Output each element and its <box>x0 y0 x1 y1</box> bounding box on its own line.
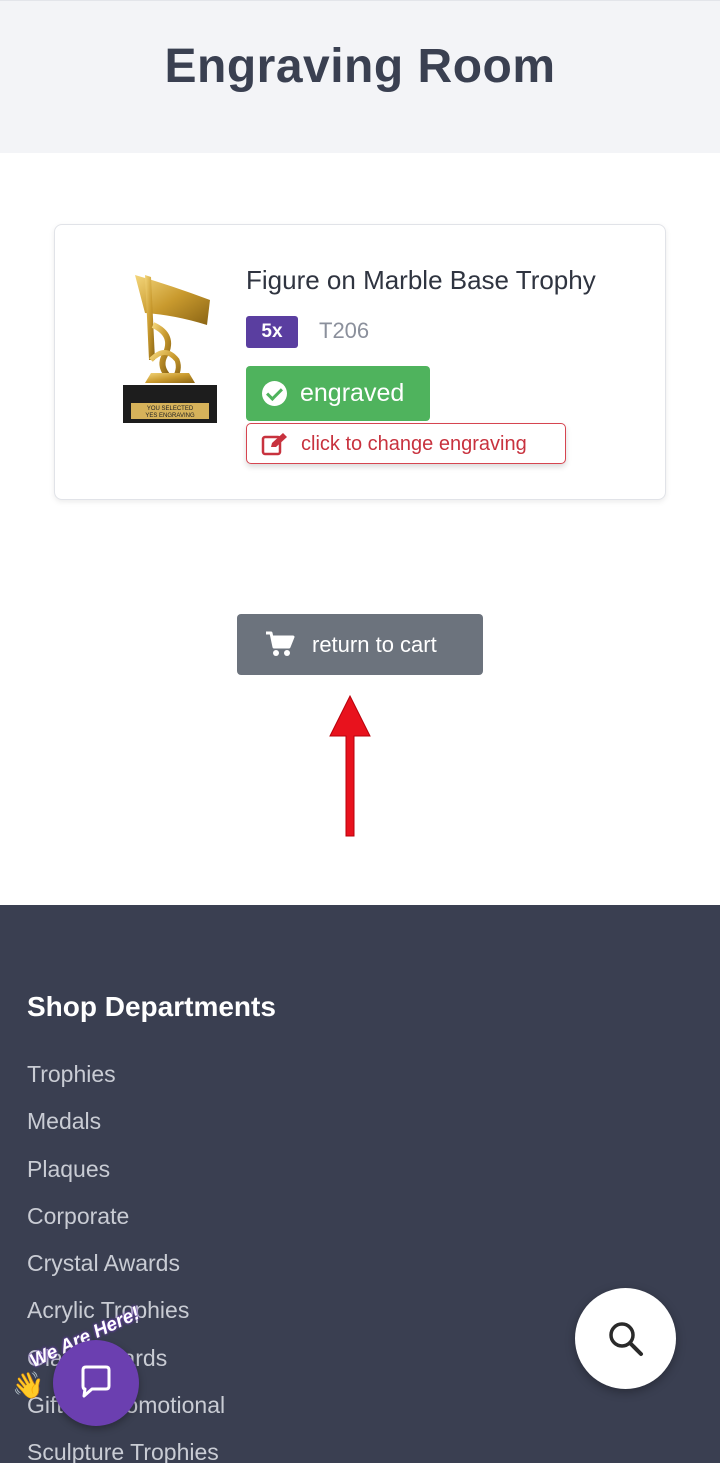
page-header: Engraving Room <box>0 0 720 153</box>
red-arrow-annotation <box>329 694 371 837</box>
return-to-cart-label: return to cart <box>312 632 437 657</box>
product-title[interactable]: Figure on Marble Base Trophy <box>246 265 596 296</box>
product-sku: T206 <box>319 318 370 343</box>
change-engraving-label: click to change engraving <box>301 433 527 455</box>
search-icon <box>609 1322 643 1356</box>
department-link[interactable]: Medals <box>27 1103 225 1150</box>
status-label: engraved <box>300 379 405 407</box>
chat-icon <box>81 1365 111 1398</box>
department-link[interactable]: Crystal Awards <box>27 1245 225 1292</box>
department-link[interactable]: Plaques <box>27 1151 225 1198</box>
chat-button[interactable] <box>53 1340 139 1426</box>
check-circle-icon <box>262 381 287 406</box>
plate-line-2: YES ENGRAVING <box>145 413 195 419</box>
engraved-status-badge: engraved <box>246 366 430 421</box>
department-link[interactable]: Trophies <box>27 1056 225 1103</box>
waving-hand-icon: 👋 <box>12 1370 45 1400</box>
edit-icon <box>261 433 287 456</box>
return-to-cart-button[interactable]: return to cart <box>237 614 483 675</box>
change-engraving-button[interactable]: click to change engraving <box>246 423 566 464</box>
plate-line-1: YOU SELECTED <box>147 406 194 412</box>
department-link[interactable]: Corporate <box>27 1198 225 1245</box>
cart-icon <box>266 631 295 656</box>
search-button[interactable] <box>575 1288 676 1389</box>
quantity-badge: 5x <box>246 316 298 348</box>
department-link[interactable]: Sculpture Trophies <box>27 1434 225 1463</box>
page-title: Engraving Room <box>164 40 556 93</box>
footer-heading: Shop Departments <box>27 991 276 1022</box>
trophy-image: YOU SELECTED YES ENGRAVING <box>123 275 217 423</box>
cart-item-card: YOU SELECTED YES ENGRAVING Figure on Mar… <box>54 224 666 500</box>
chat-widget[interactable]: We Are Here! 👋 <box>8 1303 168 1435</box>
